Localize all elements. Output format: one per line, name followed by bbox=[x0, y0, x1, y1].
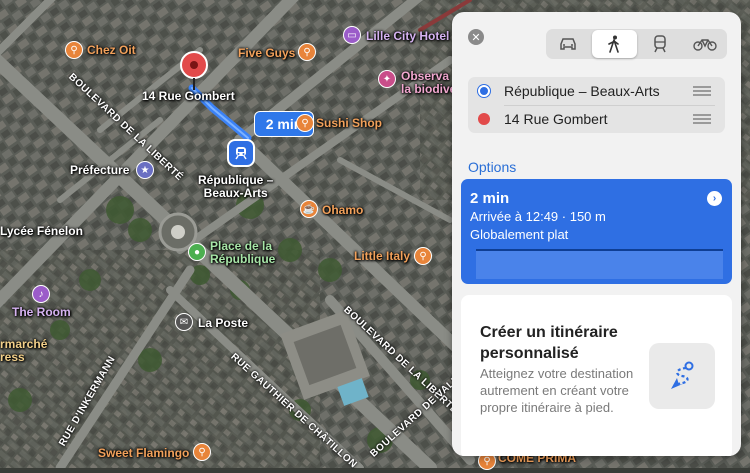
route-endpoints: République – Beaux-Arts 14 Rue Gombert bbox=[468, 77, 725, 133]
mode-bike-button[interactable] bbox=[682, 29, 727, 59]
poi-five-guys[interactable]: Five Guys bbox=[238, 47, 295, 60]
reorder-handle-icon[interactable] bbox=[693, 112, 711, 127]
close-button[interactable]: ✕ bbox=[468, 29, 484, 45]
start-location-icon bbox=[478, 85, 490, 97]
from-row[interactable]: République – Beaux-Arts bbox=[468, 77, 725, 105]
station-label: République – Beaux-Arts bbox=[198, 173, 274, 200]
poi-lille-city-hotel[interactable]: Lille City Hotel bbox=[366, 30, 449, 43]
to-label: 14 Rue Gombert bbox=[504, 111, 608, 127]
la-poste-icon[interactable]: ✉ bbox=[175, 313, 193, 331]
ohamo-icon[interactable]: ☕ bbox=[300, 200, 318, 218]
chevron-right-icon[interactable]: › bbox=[707, 191, 722, 206]
directions-panel: ✕ République – Beaux-Arts 14 Rue Gombert… bbox=[452, 12, 741, 456]
poi-la-poste[interactable]: La Poste bbox=[198, 317, 248, 330]
route-duration: 2 min bbox=[470, 190, 510, 207]
destination-icon bbox=[478, 113, 490, 125]
custom-route-title: Créer un itinéraire personnalisé bbox=[480, 324, 618, 362]
lille-city-hotel-icon[interactable]: ▭ bbox=[343, 26, 361, 44]
poi-supermarche[interactable]: rmarché ress bbox=[0, 338, 47, 364]
car-icon bbox=[560, 38, 577, 50]
poi-ohamo[interactable]: Ohamo bbox=[322, 204, 363, 217]
sushi-shop-icon[interactable]: ⚲ bbox=[296, 114, 314, 132]
custom-route-description: Atteignez votre destination autrement en… bbox=[480, 366, 634, 415]
custom-route-button[interactable] bbox=[649, 343, 715, 409]
poi-sushi-shop[interactable]: Sushi Shop bbox=[316, 117, 382, 130]
prefecture-icon[interactable]: ★ bbox=[136, 161, 154, 179]
poi-the-room[interactable]: The Room bbox=[12, 306, 71, 319]
to-row[interactable]: 14 Rue Gombert bbox=[468, 105, 725, 133]
route-arrival: Arrivée à 12:49 · 150 m bbox=[470, 209, 606, 224]
poi-little-italy[interactable]: Little Italy bbox=[354, 250, 410, 263]
reorder-handle-icon[interactable] bbox=[693, 84, 711, 99]
five-guys-icon[interactable]: ⚲ bbox=[298, 43, 316, 61]
elevation-profile bbox=[476, 249, 723, 279]
train-icon bbox=[654, 35, 666, 53]
mode-walk-button[interactable] bbox=[591, 30, 637, 58]
mode-car-button[interactable] bbox=[546, 29, 591, 59]
place-republique-icon[interactable]: ● bbox=[188, 243, 206, 261]
options-link[interactable]: Options bbox=[468, 159, 516, 175]
poi-place-republique[interactable]: Place de la République bbox=[210, 240, 275, 266]
bike-icon bbox=[692, 39, 717, 51]
poi-prefecture[interactable]: Préfecture bbox=[70, 164, 129, 177]
destination-label: 14 Rue Gombert bbox=[142, 89, 235, 103]
custom-route-card[interactable]: Créer un itinéraire personnalisé Atteign… bbox=[461, 295, 732, 456]
poi-sweet-flamingo[interactable]: Sweet Flamingo bbox=[98, 447, 189, 460]
sweet-flamingo-icon[interactable]: ⚲ bbox=[193, 443, 211, 461]
observatoire-icon[interactable]: ✦ bbox=[378, 70, 396, 88]
metro-station-icon[interactable] bbox=[227, 139, 255, 167]
route-option-card[interactable]: 2 min Arrivée à 12:49 · 150 m Globalemen… bbox=[461, 179, 732, 284]
poi-observatoire[interactable]: Observa la biodive bbox=[401, 70, 456, 96]
route-terrain: Globalement plat bbox=[470, 227, 569, 242]
little-italy-icon[interactable]: ⚲ bbox=[414, 247, 432, 265]
custom-route-icon bbox=[671, 361, 694, 389]
destination-pin-icon[interactable] bbox=[179, 50, 209, 92]
transport-mode-selector bbox=[546, 29, 727, 59]
poi-lycee[interactable]: Lycée Fénelon bbox=[0, 225, 83, 238]
the-room-icon[interactable]: ♪ bbox=[32, 285, 50, 303]
poi-chez-oit[interactable]: Chez Oit bbox=[87, 44, 136, 57]
chez-oit-icon[interactable]: ⚲ bbox=[65, 41, 83, 59]
close-icon: ✕ bbox=[471, 31, 481, 44]
walk-icon bbox=[608, 35, 619, 53]
from-label: République – Beaux-Arts bbox=[504, 83, 660, 99]
mode-transit-button[interactable] bbox=[638, 29, 683, 59]
